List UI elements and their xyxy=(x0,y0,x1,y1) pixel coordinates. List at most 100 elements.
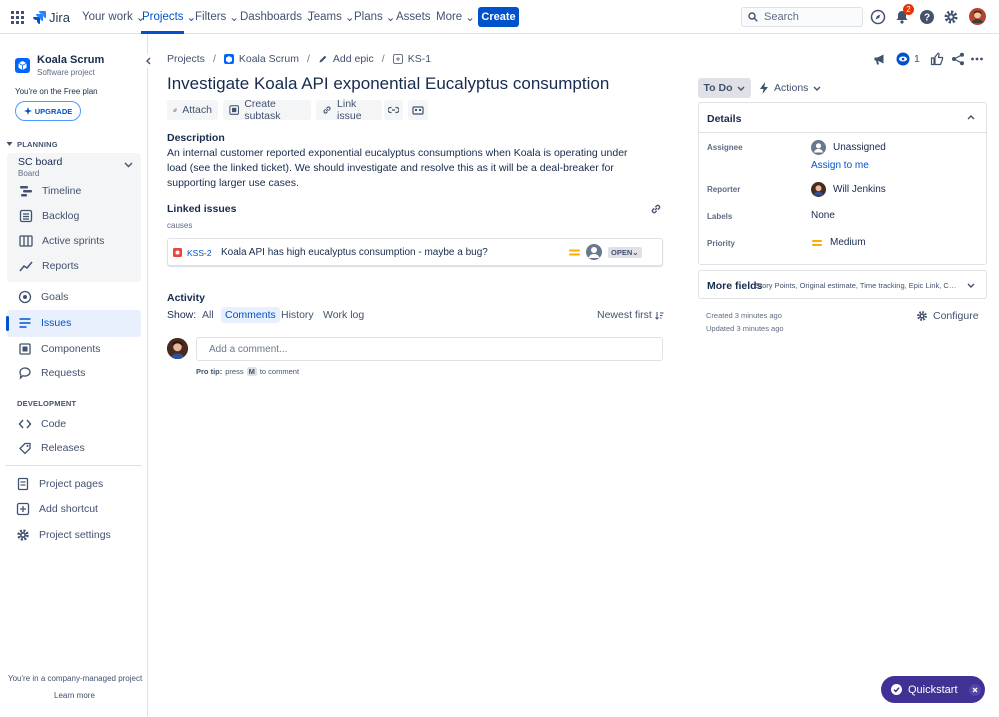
eye-icon xyxy=(896,52,910,66)
labels-value[interactable]: None xyxy=(811,210,835,221)
app-switcher-icon[interactable] xyxy=(11,0,24,34)
breadcrumb-issue-key[interactable]: KS-1 xyxy=(408,53,431,65)
reporter-avatar xyxy=(811,182,826,197)
linked-issues-heading: Linked issues xyxy=(167,203,237,215)
configure-button[interactable]: Configure xyxy=(916,310,979,322)
breadcrumb-add-epic[interactable]: Add epic xyxy=(333,53,374,65)
nav-filters[interactable]: Filters ⌄ xyxy=(195,0,239,34)
megaphone-icon[interactable] xyxy=(873,52,887,66)
board-expand-chevron-icon[interactable] xyxy=(124,162,133,168)
project-name[interactable]: Koala Scrum xyxy=(37,54,104,66)
sidebar-item-issues[interactable]: Issues xyxy=(18,311,71,335)
profile-avatar[interactable] xyxy=(969,8,986,25)
issues-icon xyxy=(19,318,31,328)
chevron-left-icon xyxy=(146,57,151,65)
attach-button[interactable]: Attach xyxy=(167,100,218,120)
share-icon[interactable] xyxy=(951,52,965,66)
apps-button[interactable] xyxy=(408,100,428,120)
add-link-icon[interactable] xyxy=(650,203,662,215)
sidebar-item-add-shortcut[interactable]: Add shortcut xyxy=(16,497,98,521)
activity-tab-comments[interactable]: Comments xyxy=(221,307,280,323)
priority-field[interactable]: Medium xyxy=(811,237,866,248)
learn-more-link[interactable]: Learn more xyxy=(54,691,95,700)
actions-button[interactable]: Actions xyxy=(759,78,821,98)
sidebar-item-components[interactable]: Components xyxy=(18,337,101,361)
sidebar-item-reports[interactable]: Reports xyxy=(19,254,79,278)
sidebar-item-backlog[interactable]: Backlog xyxy=(19,204,79,228)
nav-dashboards[interactable]: Dashboards ⌄ xyxy=(240,0,315,34)
pro-tip-label: Pro tip: xyxy=(196,367,223,376)
priority-medium-icon xyxy=(812,239,822,246)
sidebar-item-label: Backlog xyxy=(42,210,80,222)
activity-tab-all[interactable]: All xyxy=(198,307,218,323)
help-icon[interactable]: ? xyxy=(919,9,935,25)
activity-tab-work-log[interactable]: Work log xyxy=(319,307,368,323)
watch-button[interactable]: 1 xyxy=(896,52,920,66)
dismiss-icon[interactable] xyxy=(968,683,981,696)
sidebar-item-label: Project settings xyxy=(39,529,111,541)
board-name[interactable]: SC board xyxy=(18,156,62,168)
breadcrumb-separator: / xyxy=(306,53,310,65)
more-actions-icon[interactable] xyxy=(970,52,984,66)
planning-collapse-icon[interactable] xyxy=(6,141,13,147)
sidebar-item-active-sprints[interactable]: Active sprints xyxy=(19,229,104,253)
activity-tab-history[interactable]: History xyxy=(277,307,318,323)
sidebar-item-requests[interactable]: Requests xyxy=(18,361,85,385)
sidebar-item-project-settings[interactable]: Project settings xyxy=(16,523,111,547)
compass-icon[interactable] xyxy=(870,9,886,25)
assignee-field[interactable]: Unassigned xyxy=(811,140,886,155)
board-subtitle: Board xyxy=(18,169,40,178)
details-heading: Details xyxy=(707,113,742,125)
sort-icon xyxy=(654,311,664,320)
sidebar-item-goals[interactable]: Goals xyxy=(18,285,68,309)
assign-to-me-link[interactable]: Assign to me xyxy=(811,160,869,171)
linked-issue-card[interactable]: KSS-2 Koala API has high eucalyptus cons… xyxy=(167,238,663,266)
more-fields-section[interactable]: More fields Story Points, Original estim… xyxy=(698,270,987,299)
search-box[interactable] xyxy=(741,7,863,27)
nav-more[interactable]: More ⌄ xyxy=(436,0,475,34)
linked-issue-summary[interactable]: Koala API has high eucalyptus consumptio… xyxy=(221,247,488,258)
sort-order-label: Newest first xyxy=(597,309,652,321)
link-dropdown-button[interactable] xyxy=(384,100,403,120)
search-input[interactable] xyxy=(764,11,859,23)
nav-assets[interactable]: Assets xyxy=(396,0,431,34)
nav-plans[interactable]: Plans ⌄ xyxy=(354,0,395,34)
jira-logo[interactable]: Jira xyxy=(32,0,70,34)
thumbs-up-icon[interactable] xyxy=(930,52,944,66)
issue-title[interactable]: Investigate Koala API exponential Eucaly… xyxy=(167,74,609,94)
quickstart-button[interactable]: Quickstart xyxy=(881,676,985,703)
comment-box[interactable] xyxy=(196,337,663,361)
nav-projects[interactable]: Projects ⌄ xyxy=(142,0,196,34)
planning-section-label: PLANNING xyxy=(17,140,58,149)
status-dropdown[interactable]: To Do xyxy=(698,78,751,98)
reporter-field[interactable]: Will Jenkins xyxy=(811,182,886,197)
sort-order-button[interactable]: Newest first xyxy=(597,309,664,321)
description-text[interactable]: An internal customer reported exponentia… xyxy=(167,146,647,191)
project-cube-icon xyxy=(18,61,27,70)
nav-teams[interactable]: Teams ⌄ xyxy=(308,0,355,34)
details-panel: Details Assignee Unassigned Assign to me… xyxy=(698,102,987,265)
chevron-down-icon xyxy=(813,86,821,91)
chevron-down-icon: ⌄ xyxy=(632,248,639,257)
breadcrumb-project[interactable]: Koala Scrum xyxy=(239,53,299,65)
link-issue-button[interactable]: Link issue xyxy=(316,98,382,122)
chevron-down-icon xyxy=(967,283,975,288)
create-subtask-button[interactable]: Create subtask xyxy=(223,98,311,122)
comment-input[interactable] xyxy=(197,338,662,360)
sidebar-item-code[interactable]: Code xyxy=(18,412,66,436)
collapse-sidebar-button[interactable] xyxy=(141,54,155,68)
breadcrumb-projects[interactable]: Projects xyxy=(167,53,205,65)
settings-icon[interactable] xyxy=(943,9,959,25)
nav-your-work[interactable]: Your work ⌄ xyxy=(82,0,145,34)
create-button[interactable]: Create xyxy=(478,7,519,27)
linked-issue-key[interactable]: KSS-2 xyxy=(187,248,212,258)
sidebar-item-timeline[interactable]: Timeline xyxy=(19,179,81,203)
upgrade-button[interactable]: UPGRADE xyxy=(15,101,81,121)
backlog-icon xyxy=(19,209,33,223)
sidebar-item-project-pages[interactable]: Project pages xyxy=(16,472,103,496)
pro-tip-key: M xyxy=(246,367,257,376)
linked-issue-status[interactable]: OPEN⌄ xyxy=(608,247,642,258)
chevron-up-icon[interactable] xyxy=(967,115,975,120)
sidebar-item-releases[interactable]: Releases xyxy=(18,436,85,460)
settings-icon xyxy=(17,529,29,541)
